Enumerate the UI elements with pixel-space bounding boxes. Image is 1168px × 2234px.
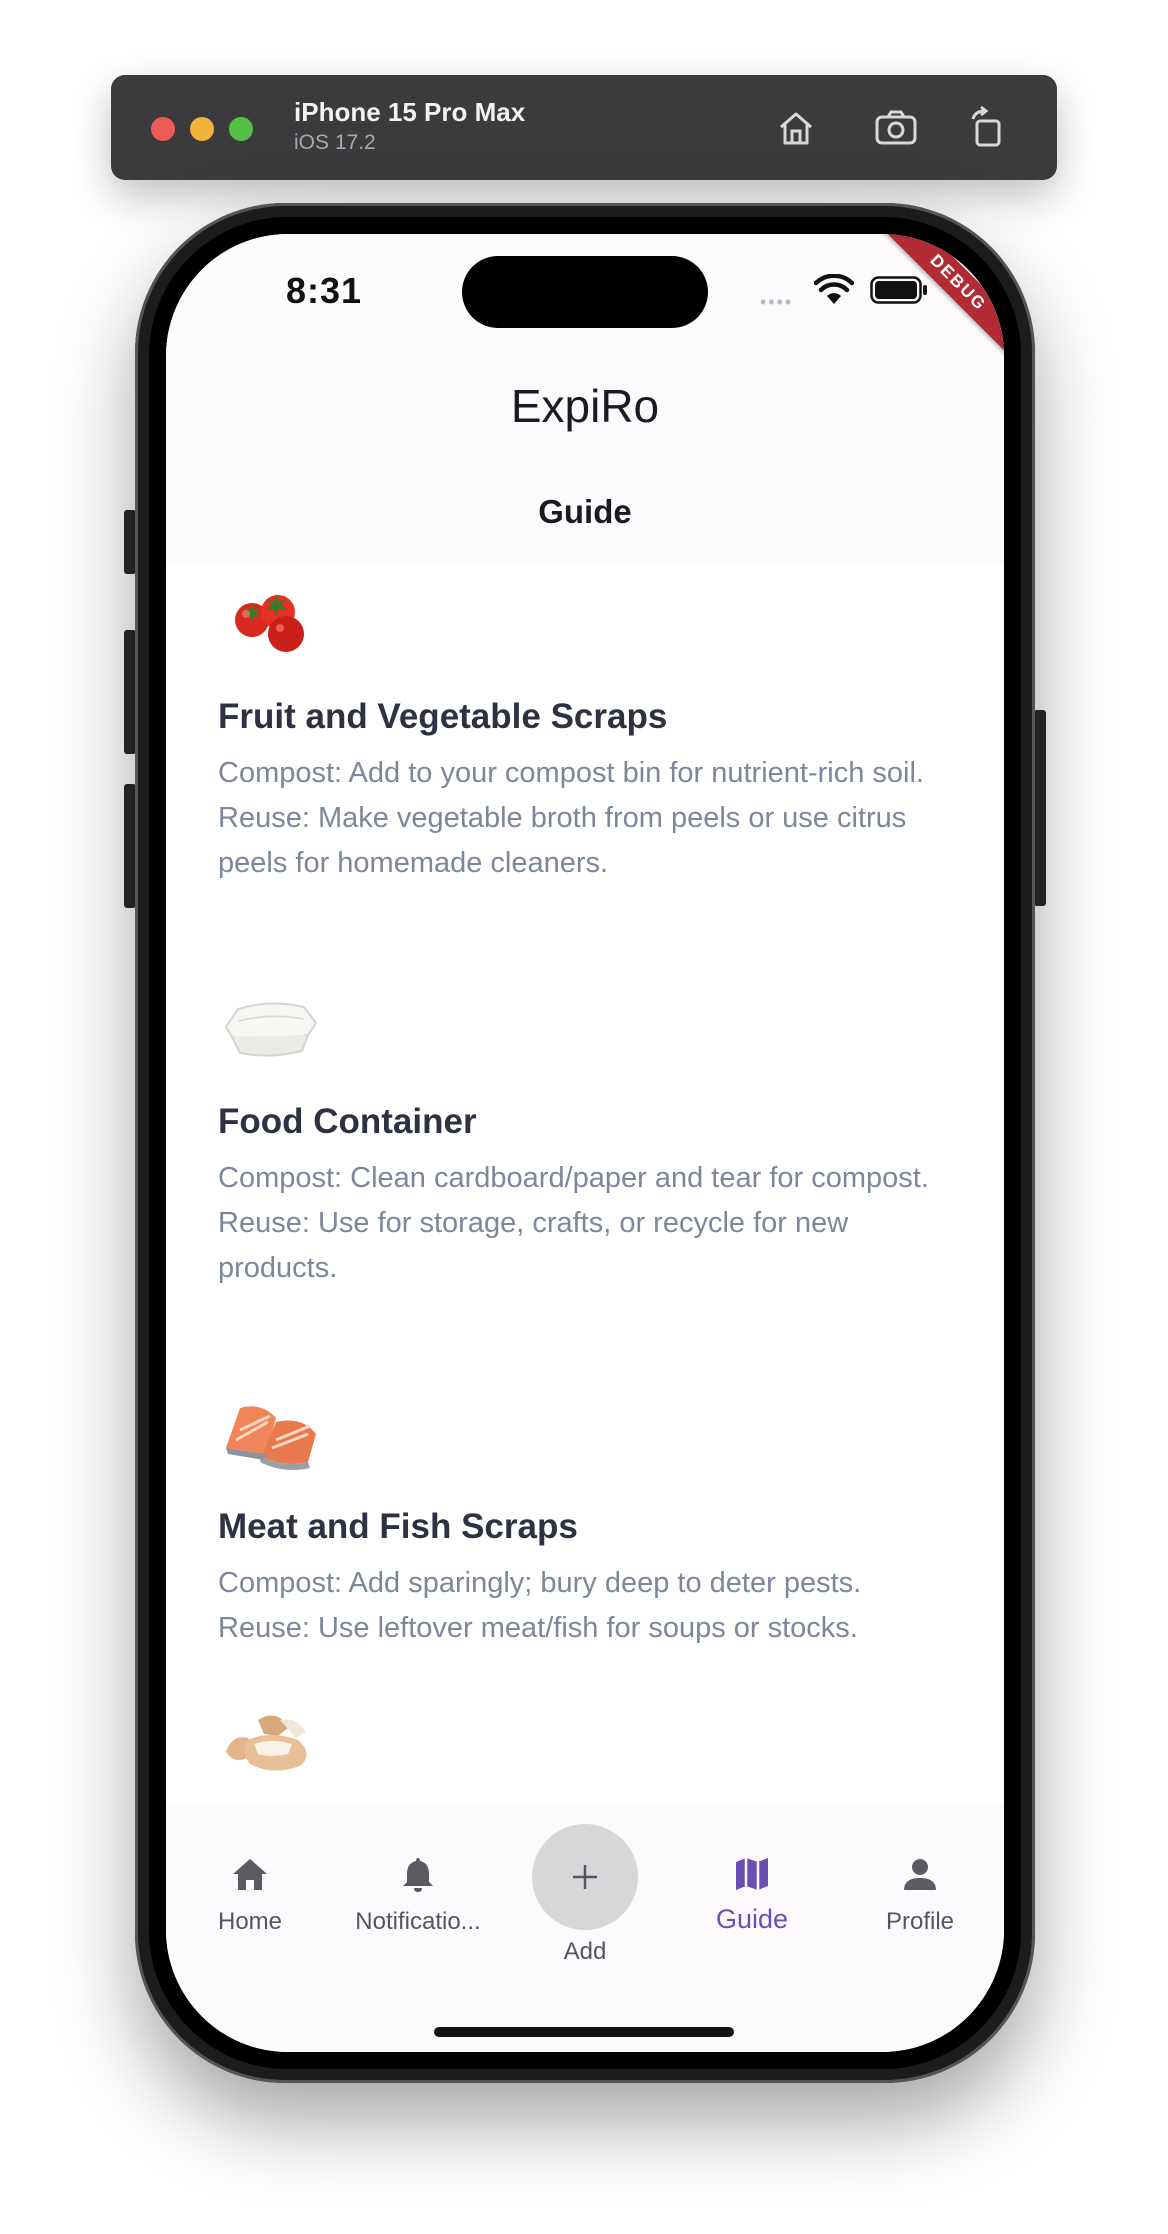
guide-item-compost: Compost: Add to your compost bin for nut…	[218, 757, 924, 789]
home-icon	[233, 1859, 267, 1890]
bottom-nav-bar: Home Notificatio... Add Guide Profile	[166, 1804, 1004, 2052]
tomato-image	[235, 594, 304, 652]
plus-icon	[573, 1865, 597, 1889]
eggshell-image	[226, 1715, 307, 1771]
guide-item-compost: Compost: Clean cardboard/paper and tear …	[218, 1162, 929, 1194]
home-indicator[interactable]	[434, 2027, 734, 2037]
nav-add-label: Add	[563, 1938, 607, 1965]
status-time: 8:31	[286, 270, 363, 311]
wifi-icon	[814, 274, 854, 304]
device-name: iPhone 15 Pro Max	[294, 97, 526, 127]
salmon-image	[226, 1406, 316, 1470]
home-icon[interactable]	[771, 103, 821, 153]
bell-icon	[403, 1858, 433, 1892]
battery-icon	[870, 276, 927, 304]
nav-notifications-label: Notificatio...	[355, 1908, 481, 1935]
nav-guide-label: Guide	[715, 1904, 789, 1934]
minimize-window-button[interactable]	[190, 117, 214, 141]
guide-item-title: Food Container	[218, 1102, 477, 1141]
guide-item-title: Meat and Fish Scraps	[218, 1507, 578, 1546]
guide-item-title: Fruit and Vegetable Scraps	[218, 697, 668, 736]
guide-item-reuse: Reuse: Use for storage, crafts, or recyc…	[218, 1207, 849, 1284]
nav-profile-label: Profile	[885, 1908, 955, 1935]
add-button[interactable]	[532, 1824, 638, 1930]
guide-list[interactable]: Fruit and Vegetable Scraps Compost: Add …	[166, 564, 1004, 1804]
app-title: ExpiRo	[510, 380, 660, 432]
guide-item-reuse: Reuse: Use leftover meat/fish for soups …	[218, 1612, 858, 1644]
page-title: Guide	[538, 493, 632, 530]
nav-home-label: Home	[217, 1908, 283, 1935]
close-window-button[interactable]	[151, 117, 175, 141]
guide-item: Fruit and Vegetable Scraps Compost: Add …	[218, 568, 938, 886]
guide-item: Food Container Compost: Clean cardboard/…	[218, 973, 938, 1291]
guide-item-reuse: Reuse: Make vegetable broth from peels o…	[218, 802, 907, 879]
simulator-title-bar: iPhone 15 Pro Max iOS 17.2	[111, 75, 1057, 180]
food-container-image	[224, 1002, 318, 1057]
phone-screen: ExpiRo Guide 8:31 •••• DEBUG Fruit and V…	[166, 234, 1004, 2052]
guide-item-compost: Compost: Add sparingly; bury deep to det…	[218, 1567, 862, 1599]
screenshot-icon[interactable]	[871, 103, 921, 153]
zoom-window-button[interactable]	[229, 117, 253, 141]
map-icon	[736, 1858, 768, 1890]
os-version: iOS 17.2	[294, 131, 376, 154]
rotate-icon[interactable]	[963, 103, 1013, 153]
cellular-signal-icon: ••••	[760, 292, 794, 312]
guide-item	[218, 1694, 938, 1803]
power-button	[1034, 710, 1046, 906]
dynamic-island	[462, 256, 708, 328]
person-icon	[904, 1859, 936, 1890]
guide-item: Meat and Fish Scraps Compost: Add sparin…	[218, 1378, 938, 1651]
